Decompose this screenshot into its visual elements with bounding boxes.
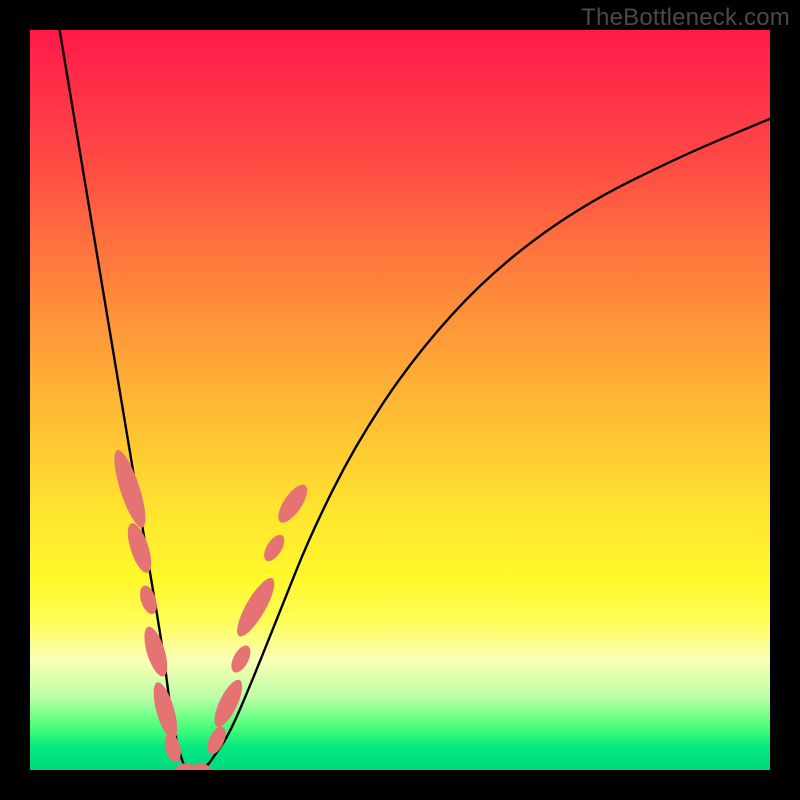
curve-marker bbox=[123, 521, 156, 576]
curve-marker bbox=[140, 624, 172, 679]
curve-marker bbox=[108, 447, 151, 530]
chart-svg bbox=[30, 30, 770, 770]
chart-frame: TheBottleneck.com bbox=[0, 0, 800, 800]
curve-marker bbox=[260, 532, 288, 565]
plot-area bbox=[30, 30, 770, 770]
curve-marker bbox=[162, 732, 184, 764]
curve-marker bbox=[273, 480, 313, 527]
watermark-text: TheBottleneck.com bbox=[581, 4, 790, 32]
curve-marker bbox=[227, 642, 254, 675]
curve-marker bbox=[149, 680, 182, 742]
